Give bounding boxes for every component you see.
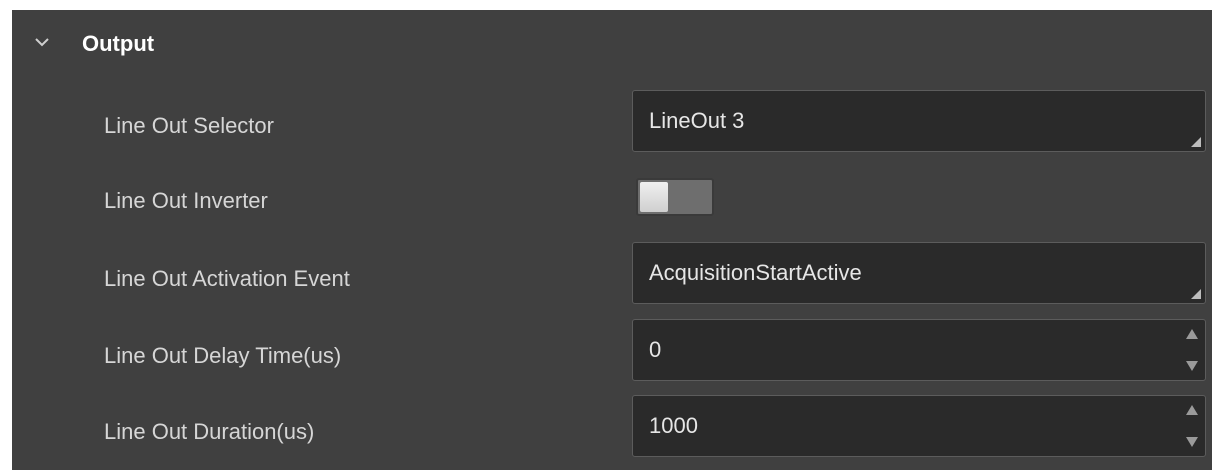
output-section-header[interactable]: Output bbox=[12, 10, 1212, 74]
line-out-delay-time-input[interactable]: 0 bbox=[632, 319, 1206, 381]
line-out-selector-value: LineOut 3 bbox=[649, 108, 745, 133]
line-out-inverter-toggle[interactable] bbox=[636, 178, 714, 216]
line-out-delay-time-value: 0 bbox=[649, 337, 662, 362]
spin-down-icon[interactable] bbox=[1185, 360, 1199, 372]
line-out-duration-label: Line Out Duration(us) bbox=[104, 419, 315, 444]
line-out-duration-input[interactable]: 1000 bbox=[632, 395, 1206, 457]
chevron-down-icon[interactable] bbox=[34, 36, 50, 48]
dropdown-corner-icon bbox=[1191, 137, 1201, 147]
line-out-activation-event-value: AcquisitionStartActive bbox=[649, 260, 862, 285]
dropdown-corner-icon bbox=[1191, 289, 1201, 299]
line-out-selector-label: Line Out Selector bbox=[104, 113, 274, 138]
spin-down-icon[interactable] bbox=[1185, 436, 1199, 448]
line-out-activation-event-dropdown[interactable]: AcquisitionStartActive bbox=[632, 242, 1206, 304]
line-out-activation-event-label: Line Out Activation Event bbox=[104, 266, 350, 291]
spin-up-icon[interactable] bbox=[1185, 404, 1199, 416]
line-out-inverter-label: Line Out Inverter bbox=[104, 188, 268, 213]
section-title: Output bbox=[82, 31, 155, 56]
line-out-selector-dropdown[interactable]: LineOut 3 bbox=[632, 90, 1206, 152]
output-settings-panel: Output Line Out Selector LineOut 3 Line … bbox=[12, 10, 1212, 470]
spin-up-icon[interactable] bbox=[1185, 328, 1199, 340]
line-out-delay-time-label: Line Out Delay Time(us) bbox=[104, 343, 342, 368]
toggle-knob bbox=[640, 182, 668, 212]
line-out-duration-value: 1000 bbox=[649, 413, 698, 438]
